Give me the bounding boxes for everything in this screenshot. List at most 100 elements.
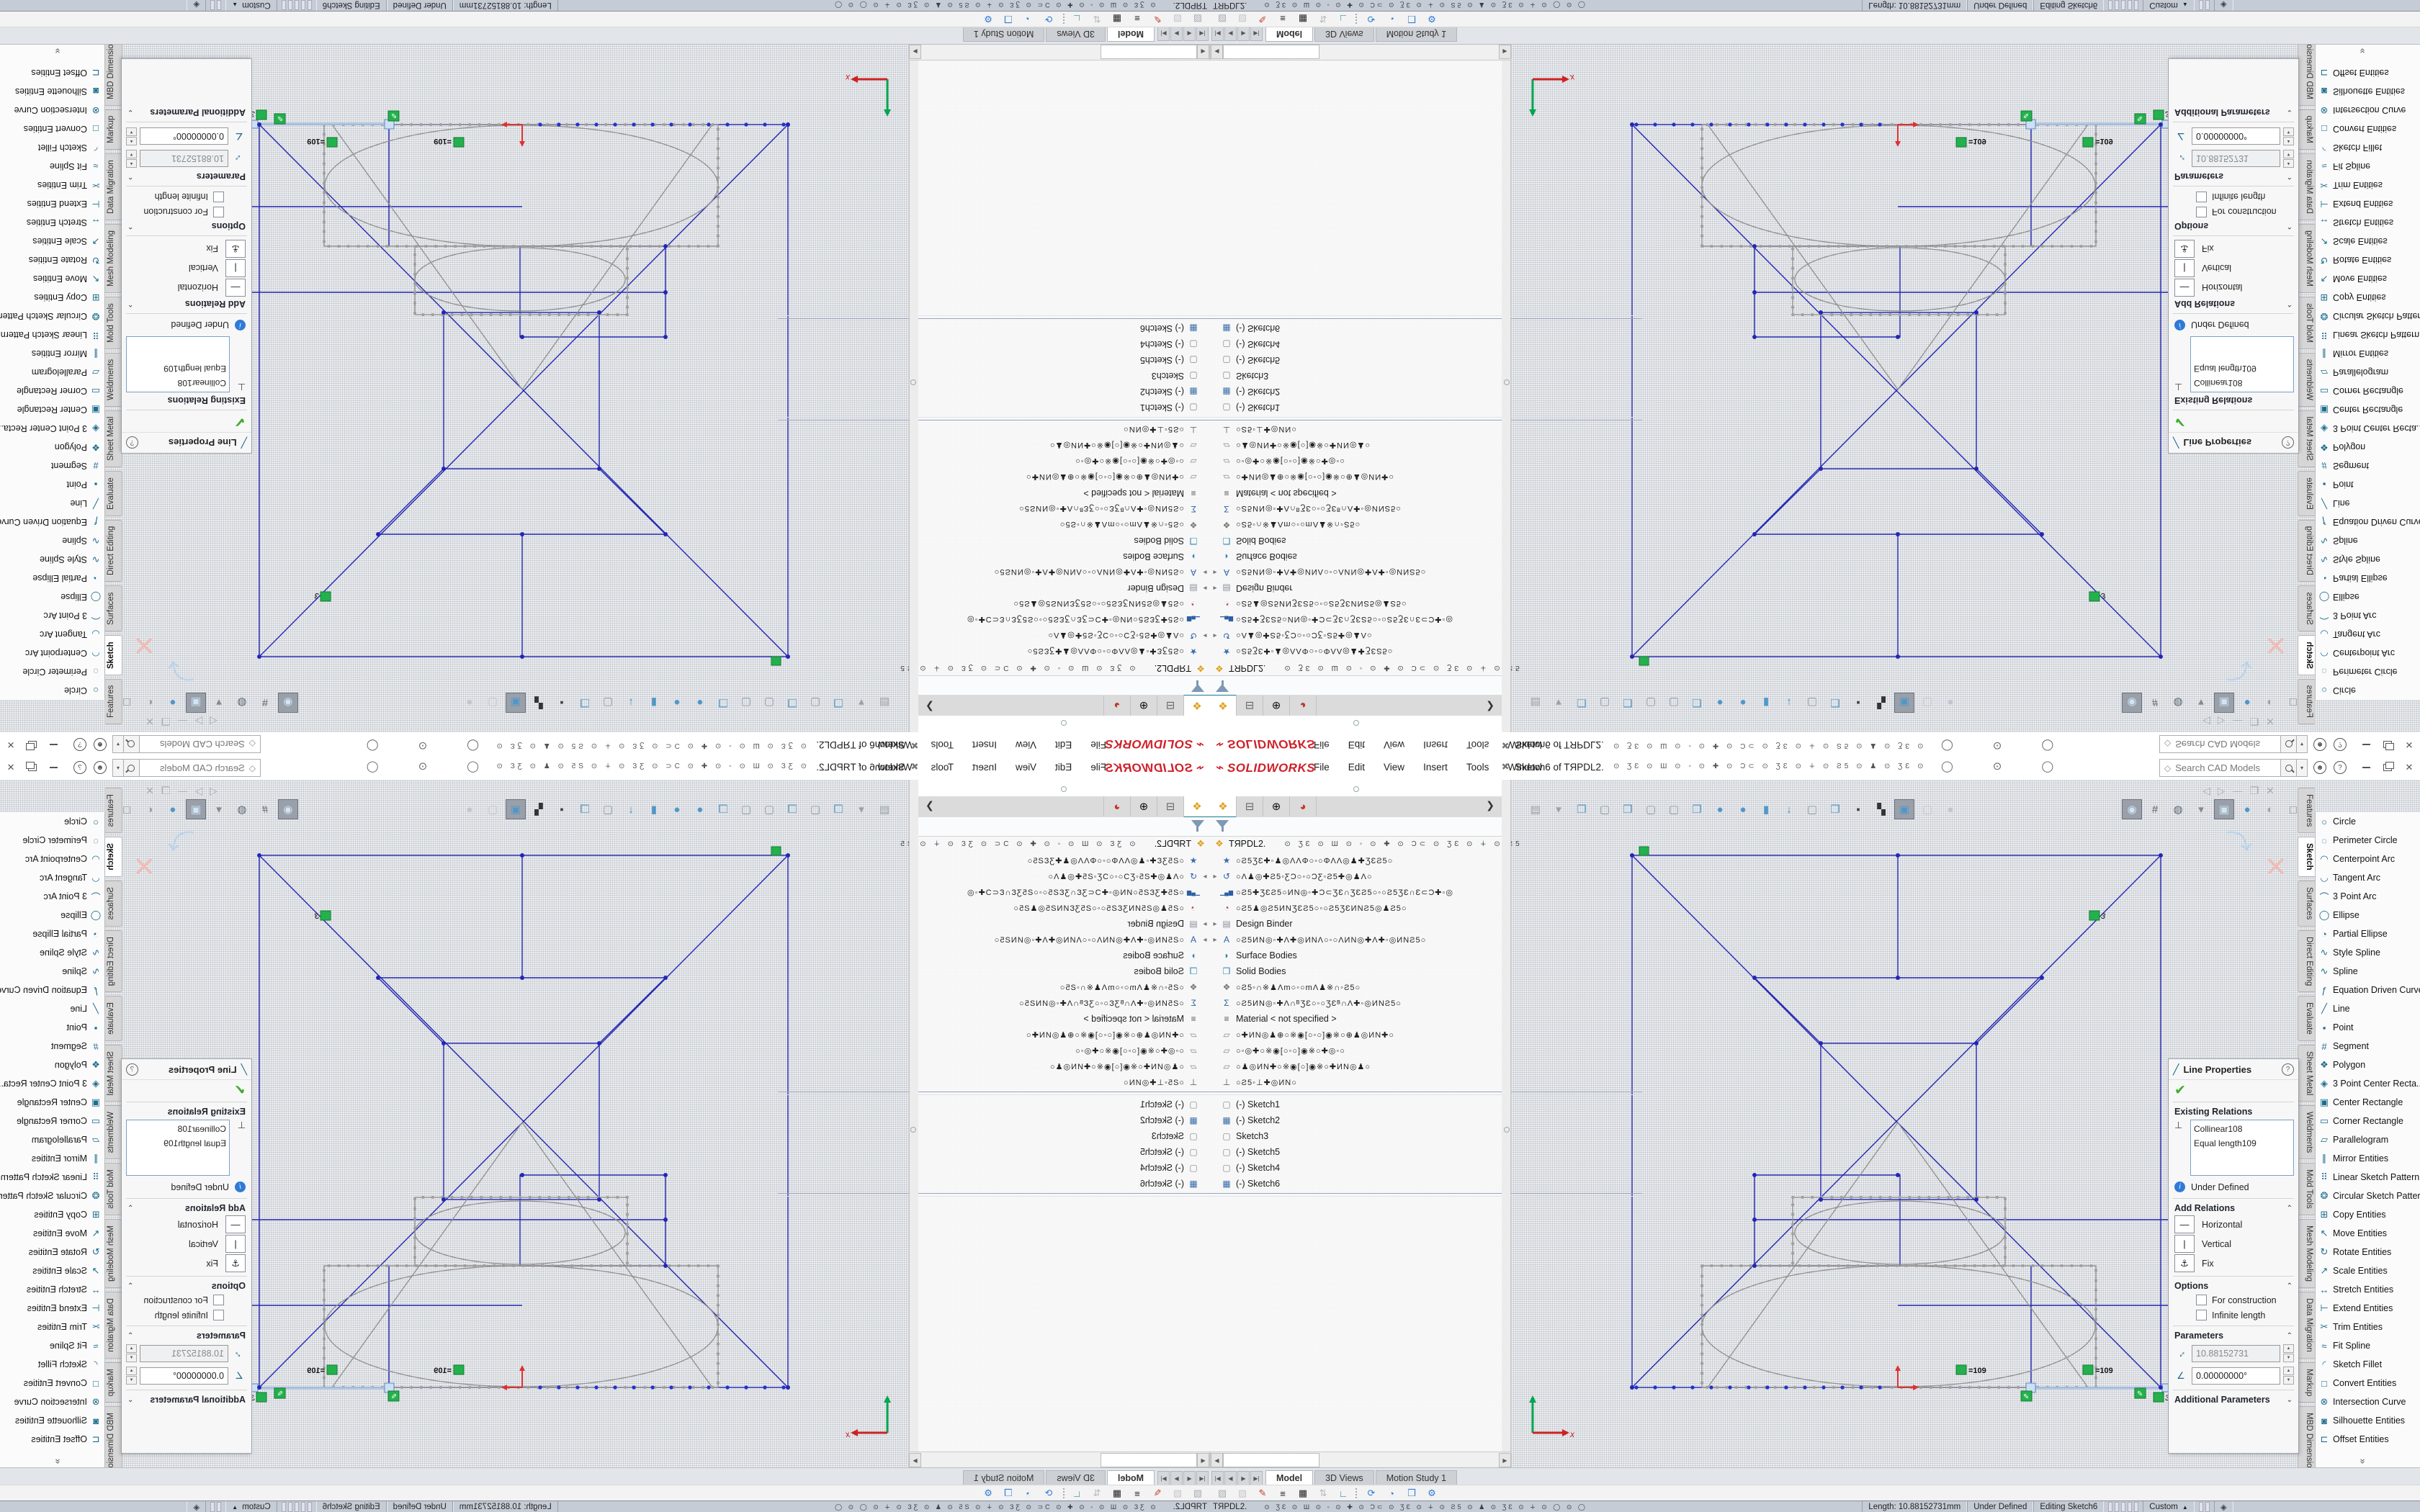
angle-spinner[interactable]: ▲▼ [126,1367,137,1385]
extrude-solid-icon[interactable]: ❒ [1572,799,1592,819]
filter-funnel-icon[interactable] [1216,680,1229,692]
tree-item[interactable]: ▱○♟◎ИN✚○※◉[○]◉※○✚ИN◎♟○ [778,1058,1210,1074]
menu-file[interactable]: File [1090,739,1106,750]
faint-icon[interactable]: ● [460,693,480,713]
tool-ellipse[interactable]: ◯Ellipse [2316,906,2420,924]
displaystate-tab[interactable]: ⊟ [1237,696,1263,716]
tool-ellipse[interactable]: ◯Ellipse [0,588,104,606]
apply-scene-icon[interactable]: ▣ [2214,693,2234,713]
tool-equation-curve[interactable]: ƒEquation Driven Curve [2316,513,2420,531]
minimize-button[interactable] [2357,760,2375,775]
sphere-icon[interactable]: ● [1710,693,1730,713]
menu-edit[interactable]: Edit [1348,762,1365,773]
folder-icon[interactable]: ❒ [1404,1487,1420,1500]
add-relation-vertical[interactable]: |Vertical [2169,1234,2298,1254]
tool-convert-entities[interactable]: □Convert Entities [0,120,104,138]
relation-item[interactable]: Equal length109 [2194,1136,2290,1151]
extrude-solid-icon[interactable]: ❒ [1572,693,1592,713]
tool-extend-entities[interactable]: ⊢Extend Entities [2316,194,2420,213]
for-construction-option[interactable]: For construction [122,1292,251,1308]
tool-copy-entities[interactable]: ⊞Copy Entities [2316,288,2420,307]
grey-box-icon[interactable]: ▢ [598,693,618,713]
tool-circular-pattern[interactable]: ❂Circular Sketch Pattern [2316,1187,2420,1205]
tab-surfaces[interactable]: Surfaces [2298,586,2315,631]
doc-tab-motion-study-1[interactable]: Motion Study 1 [1376,27,1457,42]
wire-box-icon[interactable]: ▢ [805,799,825,819]
tree-item[interactable]: ▢(-) Sketch4 [778,1160,1210,1176]
paintbrush-icon[interactable]: ✎ [1255,12,1270,25]
tree-root-row[interactable]: ❖ TЯPDL2. ⊙ ƷƐ ⊙ Ш ⊙ ◦ ⊙ ✚ ⊙ Ɔ⊂ ⊙ ƷƐ ⊙ ∔… [1210,837,1523,851]
doc-tab-3d-views[interactable]: 3D Views [1314,1470,1374,1485]
render-mode-icon[interactable]: ◈ [2214,0,2233,11]
tab-features[interactable]: Features [105,679,122,724]
tab-mesh-modeling[interactable]: Mesh Modeling [2298,224,2315,293]
tool-style-spline[interactable]: ∿Style Spline [2316,943,2420,962]
tools-overflow-chevron[interactable]: » [2358,44,2369,58]
relation-item[interactable]: Equal length109 [130,361,226,376]
render-photo-icon[interactable]: ▨ [1214,12,1230,25]
ruler-icon[interactable]: ∟ [1335,1487,1351,1500]
tool-corner-rectangle[interactable]: ▭Corner Rectangle [2316,382,2420,400]
relation-item[interactable]: Collinear108 [2194,376,2290,390]
tool-tangent-arc[interactable]: ◡Tangent Arc [2316,625,2420,644]
grid-visibility-icon[interactable]: # [2145,799,2165,819]
ruler-icon[interactable]: ∟ [1069,1487,1085,1500]
tool-parallelogram[interactable]: ▱Parallelogram [2316,363,2420,382]
tab-mold-tools[interactable]: Mold Tools [2298,297,2315,349]
search-input[interactable]: ◇ Search CAD Models [138,759,261,777]
featuremanager-tab[interactable]: ❖ [1210,694,1237,716]
tab-features[interactable]: Features [2298,679,2315,724]
tree-item[interactable]: ▸↺○Λ♟◎✚Ƨ5◦ƸƆ○◦○ƆƸ◦Ƨ5✚◎♟Λ○ [1210,868,1642,884]
displaymanager-tab[interactable]: ◕ [1290,696,1317,716]
tool-mirror-entities[interactable]: ∥Mirror Entities [2316,344,2420,363]
tab-weldments[interactable]: Weldments [2298,353,2315,407]
restore-doc-icon[interactable]: ❐ [161,785,171,797]
tree-item[interactable]: ▱○✚ИN◎♟⊕○※◉[○◦○]◉※○⊕♟◎ИN✚○ [1210,469,1642,485]
tab-data-migration[interactable]: Data Migration [2298,153,2315,220]
tree-vertical-scrollbar[interactable] [1502,60,1511,732]
ruler-icon[interactable]: ∟ [1335,12,1351,25]
add-relations-header[interactable]: Add Relations⌃ [2169,297,2298,310]
tree-item[interactable]: ▢(-) Sketch1 [1210,400,1642,415]
cancel-sketch-icon[interactable]: ✕ [2264,629,2287,661]
filter-funnel-icon[interactable] [1191,680,1204,692]
tool-fit-spline[interactable]: ≈Fit Spline [2316,157,2420,176]
tool-scale-entities[interactable]: ↗Scale Entities [2316,232,2420,251]
tree-item[interactable]: ▱○♟◎ИN✚○※◉[○]◉※○✚ИN◎♟○ [778,438,1210,454]
tree-item[interactable]: ▁▄▆○Ƨ5✚ƷƐƧ5○ИN◎◦✚Ɔ⊂ƷƐ∩ƷƐƧ5○◦○Ƨ5ƷƐ∩Ɛ⊂Ɔ✚◦◎ [1210,884,1642,900]
tree-item[interactable]: ◗Surface Bodies [778,948,1210,963]
tools-overflow-chevron[interactable]: » [52,44,63,58]
search-button[interactable] [2280,735,2298,753]
tree-item[interactable]: ◔○Ƨ5♟◎Ƨ5ИNƷƐƧ5○◦○Ƨ5ƷƐИNƧ5◎♟Ƨ5○ [1210,596,1642,612]
tool-move-entities[interactable]: ↖Move Entities [0,1224,104,1243]
tool-linear-pattern[interactable]: ⠿Linear Sketch Pattern [2316,325,2420,344]
render-photo-icon[interactable]: ▨ [1190,12,1206,25]
tool-linear-pattern[interactable]: ⠿Linear Sketch Pattern [0,1168,104,1187]
camera-icon[interactable]: ◐ [2260,799,2280,819]
tab-mesh-modeling[interactable]: Mesh Modeling [105,224,122,293]
add-relation-vertical[interactable]: |Vertical [122,1234,251,1254]
angle-field[interactable]: 0.00000000° [2192,1367,2280,1385]
wire-box-icon[interactable]: ▢ [759,799,779,819]
schedule-icon[interactable]: ⟳ [1041,12,1057,25]
tool-copy-entities[interactable]: ⊞Copy Entities [2316,1205,2420,1224]
prism-icon[interactable]: ❒ [1825,799,1845,819]
tool-parallelogram[interactable]: ▱Parallelogram [0,363,104,382]
tool-sketch-fillet[interactable]: ◜Sketch Fillet [2316,1355,2420,1374]
wire-box-icon[interactable]: ▢ [1595,693,1615,713]
tool-perimeter-circle[interactable]: ◌Perimeter Circle [2316,662,2420,681]
tab-direct-editing[interactable]: Direct Editing [2298,930,2315,992]
filter-funnel-icon[interactable] [1191,820,1204,832]
tool-extend-entities[interactable]: ⊢Extend Entities [0,194,104,213]
select-filter-icon[interactable]: ◉ [2122,693,2142,713]
render-mode-icon[interactable]: ◈ [2214,1501,2233,1512]
tree-root-row[interactable]: ❖ TЯPDL2. ⊙ ƷƐ ⊙ Ш ⊙ ◦ ⊙ ✚ ⊙ Ɔ⊂ ⊙ ƷƐ ⊙ ∔… [897,837,1210,851]
tree-item[interactable]: ◔○Ƨ5♟◎Ƨ5ИNƷƐƧ5○◦○Ƨ5ƷƐИNƧ5◎♟Ƨ5○ [1210,900,1642,916]
ruler-icon[interactable]: ∟ [1069,12,1085,25]
tab-weldments[interactable]: Weldments [105,1105,122,1159]
tool-fit-spline[interactable]: ≈Fit Spline [0,157,104,176]
grey-box-icon[interactable]: ▢ [598,799,618,819]
tool-center-rectangle[interactable]: ▣Center Rectangle [0,1093,104,1112]
hatch-icon[interactable]: ▚ [1871,799,1891,819]
tree-item[interactable]: ▸A○Ƨ5ИN◎◦✚Λ✚◎ИNΛ○◦○ΛИN◎✚Λ✚◦◎ИNƧ5○ [778,932,1210,948]
